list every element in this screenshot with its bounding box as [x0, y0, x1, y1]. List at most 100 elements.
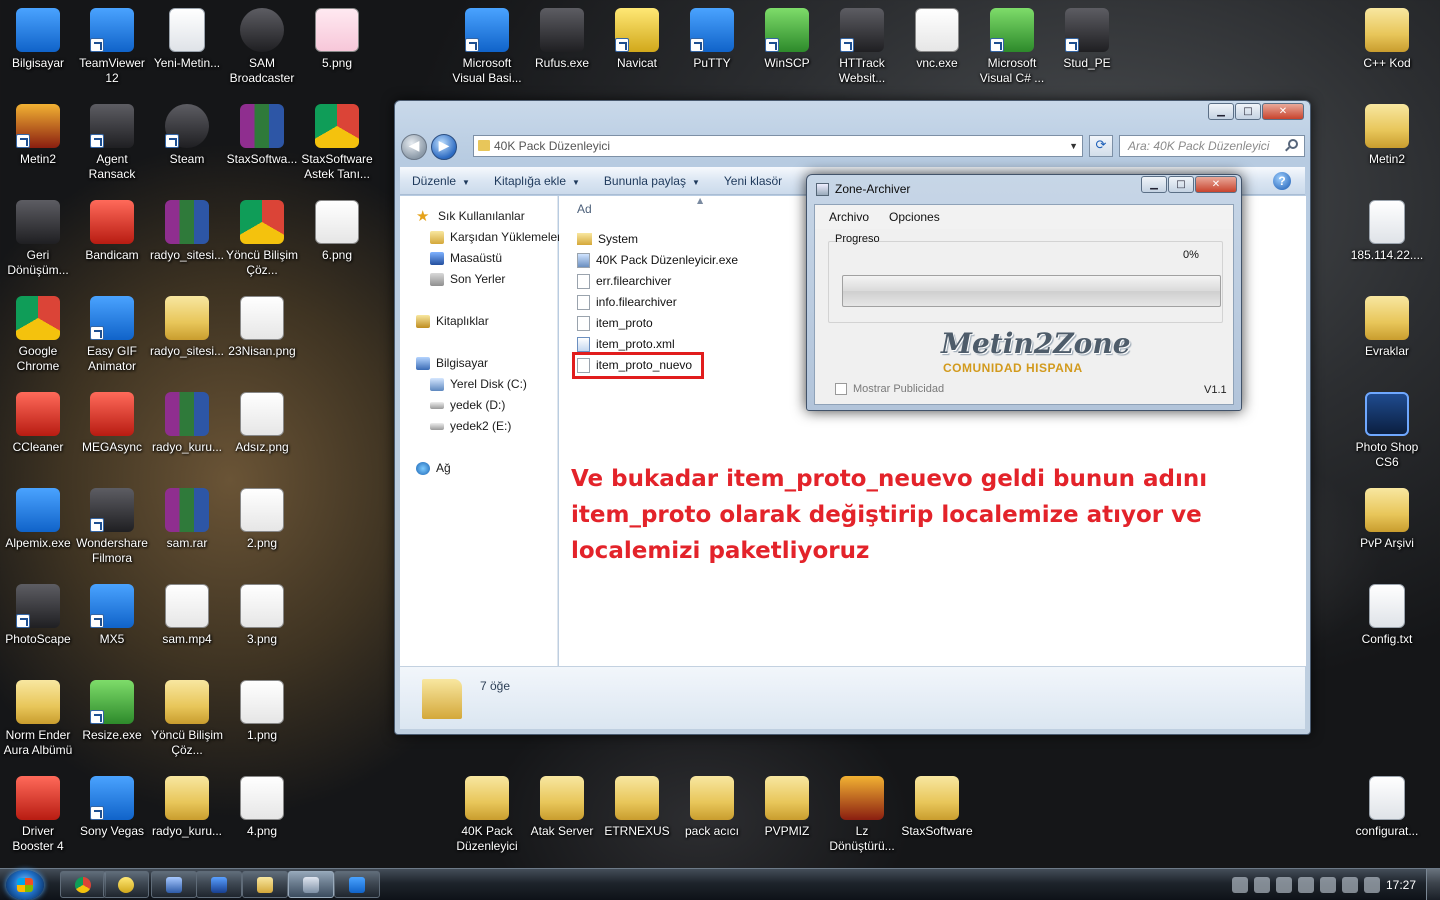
- desktop-icon-metin2-folder[interactable]: Metin2: [1349, 104, 1425, 167]
- display-icon[interactable]: [1320, 877, 1336, 893]
- desktop-icon-vnc[interactable]: vnc.exe: [899, 8, 975, 71]
- desktop-icon-ip-file[interactable]: 185.114.22....: [1349, 200, 1425, 263]
- desktop-icon-putty[interactable]: PuTTY: [674, 8, 750, 71]
- nav-drive-d[interactable]: yedek (D:): [430, 395, 505, 415]
- desktop-icon-6png[interactable]: 6.png: [299, 200, 375, 263]
- desktop-icon-photoscape[interactable]: PhotoScape: [0, 584, 76, 647]
- start-button[interactable]: [6, 870, 44, 900]
- desktop-icon-megasync[interactable]: MEGAsync: [74, 392, 150, 455]
- close-button[interactable]: ✕: [1262, 103, 1304, 120]
- file-item[interactable]: err.filearchiver: [577, 271, 671, 291]
- desktop-icon-norm-ender[interactable]: Norm Ender Aura Albümü: [0, 680, 76, 758]
- desktop-icon-steam[interactable]: Steam: [149, 104, 225, 167]
- desktop-icon-visual-basic[interactable]: Microsoft Visual Basi...: [449, 8, 525, 86]
- taskbar-chrome[interactable]: [60, 871, 106, 898]
- forward-button[interactable]: ▶: [431, 134, 457, 160]
- maximize-button[interactable]: □: [1168, 176, 1194, 193]
- desktop-icon-atak-server[interactable]: Atak Server: [524, 776, 600, 839]
- desktop-icon-adsiz[interactable]: Adsız.png: [224, 392, 300, 455]
- desktop-icon-1png[interactable]: 1.png: [224, 680, 300, 743]
- desktop-icon-httrack[interactable]: HTTrack Websit...: [824, 8, 900, 86]
- taskbar-navicat[interactable]: [103, 871, 149, 898]
- desktop-icon-radyo-kuru-rar[interactable]: radyo_kuru...: [149, 392, 225, 455]
- back-button[interactable]: ◀: [401, 134, 427, 160]
- desktop-icon-evraklar[interactable]: Evraklar: [1349, 296, 1425, 359]
- desktop-icon-sam-rar[interactable]: sam.rar: [149, 488, 225, 551]
- desktop-icon-agent-ransack[interactable]: Agent Ransack: [74, 104, 150, 182]
- nav-favorites[interactable]: ★ Sık Kullanılanlar: [416, 206, 525, 226]
- desktop-icon-pvpmiz[interactable]: PVPMIZ: [749, 776, 825, 839]
- nav-computer[interactable]: Bilgisayar: [416, 353, 488, 373]
- taskbar-explorer[interactable]: [242, 871, 288, 898]
- new-folder-button[interactable]: Yeni klasör: [712, 167, 794, 195]
- desktop-icon-yoncu-folder[interactable]: Yöncü Bilişim Çöz...: [149, 680, 225, 758]
- taskbar-putty[interactable]: [151, 871, 197, 898]
- desktop-icon-stud-pe[interactable]: Stud_PE: [1049, 8, 1125, 71]
- network-tray-icon[interactable]: [1298, 877, 1314, 893]
- nav-network[interactable]: Ağ: [416, 458, 451, 478]
- flag-icon[interactable]: [1364, 877, 1380, 893]
- desktop-icon-filmora[interactable]: Wondershare Filmora: [74, 488, 150, 566]
- desktop-icon-easy-gif[interactable]: Easy GIF Animator: [74, 296, 150, 374]
- desktop-icon-metin2[interactable]: Metin2: [0, 104, 76, 167]
- desktop-icon-config-txt[interactable]: Config.txt: [1349, 584, 1425, 647]
- desktop-icon-4png[interactable]: 4.png: [224, 776, 300, 839]
- desktop-icon-driver-booster[interactable]: Driver Booster 4: [0, 776, 76, 854]
- organize-menu[interactable]: Düzenle ▼: [400, 167, 482, 195]
- taskbar-zone-archiver[interactable]: [288, 871, 334, 898]
- desktop-icon-staxsoftware-folder[interactable]: StaxSoftware: [899, 776, 975, 839]
- desktop-icon-23nisan[interactable]: 23Nisan.png: [224, 296, 300, 359]
- nav-local-disk-c[interactable]: Yerel Disk (C:): [430, 374, 527, 394]
- maximize-button[interactable]: □: [1235, 103, 1261, 120]
- show-desktop-button[interactable]: [1426, 869, 1440, 900]
- file-item[interactable]: info.filearchiver: [577, 292, 677, 312]
- file-item[interactable]: System: [577, 229, 638, 249]
- desktop-icon-etrnexus[interactable]: ETRNEXUS: [599, 776, 675, 839]
- desktop-icon-photoshop[interactable]: Photo Shop CS6: [1349, 392, 1425, 470]
- file-item[interactable]: 40K Pack Düzenleyicir.exe: [577, 250, 738, 270]
- desktop-icon-5png[interactable]: 5.png: [299, 8, 375, 71]
- show-ads-checkbox[interactable]: Mostrar Publicidad: [835, 383, 944, 395]
- desktop-icon-chrome[interactable]: Google Chrome: [0, 296, 76, 374]
- volume-icon[interactable]: [1254, 877, 1270, 893]
- desktop-icon-navicat[interactable]: Navicat: [599, 8, 675, 71]
- desktop-icon-sony-vegas[interactable]: Sony Vegas: [74, 776, 150, 839]
- desktop-icon-3png[interactable]: 3.png: [224, 584, 300, 647]
- desktop-icon-rufus[interactable]: Rufus.exe: [524, 8, 600, 71]
- nav-recent-places[interactable]: Son Yerler: [430, 269, 505, 289]
- speaker-icon[interactable]: [1276, 877, 1292, 893]
- address-bar[interactable]: 40K Pack Düzenleyici ▼: [473, 135, 1083, 157]
- desktop-icon-bilgisayar[interactable]: Bilgisayar: [0, 8, 76, 71]
- refresh-button[interactable]: ⟳: [1089, 135, 1113, 157]
- desktop-icon-pack-acici[interactable]: pack acıcı: [674, 776, 750, 839]
- nav-downloads[interactable]: Karşıdan Yüklemeler: [430, 227, 561, 247]
- column-header-name[interactable]: Ad: [577, 202, 592, 216]
- file-item[interactable]: item_proto: [577, 313, 653, 333]
- desktop-icon-40k-pack[interactable]: 40K Pack Düzenleyici: [449, 776, 525, 854]
- desktop-icon-winscp[interactable]: WinSCP: [749, 8, 825, 71]
- desktop-icon-bandicam[interactable]: Bandicam: [74, 200, 150, 263]
- desktop-icon-2png[interactable]: 2.png: [224, 488, 300, 551]
- close-button[interactable]: ✕: [1195, 176, 1237, 193]
- nav-desktop[interactable]: Masaüstü: [430, 248, 502, 268]
- tray-app-icon[interactable]: [1232, 877, 1248, 893]
- nav-libraries[interactable]: Kitaplıklar: [416, 311, 489, 331]
- desktop-icon-recycle-bin[interactable]: Geri Dönüşüm...: [0, 200, 76, 278]
- desktop-icon-cpp-kod[interactable]: C++ Kod: [1349, 8, 1425, 71]
- desktop-icon-mx5[interactable]: MX5: [74, 584, 150, 647]
- desktop-icon-teamviewer[interactable]: TeamViewer 12: [74, 8, 150, 86]
- taskbar-visual-basic[interactable]: [196, 871, 242, 898]
- teamviewer-tray-icon[interactable]: [1342, 877, 1358, 893]
- desktop-icon-configurat[interactable]: configurat...: [1349, 776, 1425, 839]
- menu-opciones[interactable]: Opciones: [875, 205, 940, 229]
- desktop-icon-pvp-arsivi[interactable]: PvP Arşivi: [1349, 488, 1425, 551]
- desktop-icon-yeni-metin[interactable]: Yeni-Metin...: [149, 8, 225, 71]
- taskbar-mx5[interactable]: [334, 871, 380, 898]
- menu-archivo[interactable]: Archivo: [815, 205, 869, 229]
- share-with-menu[interactable]: Bununla paylaş ▼: [592, 167, 712, 195]
- desktop-icon-staxsoftwa-rar[interactable]: StaxSoftwa...: [224, 104, 300, 167]
- zone-archiver-window[interactable]: Zone-Archiver ▁ □ ✕ Archivo Opciones Pro…: [806, 174, 1242, 411]
- search-input[interactable]: Ara: 40K Pack Düzenleyici: [1119, 135, 1305, 157]
- chevron-down-icon[interactable]: ▼: [1069, 136, 1078, 156]
- desktop-icon-sam-mp4[interactable]: sam.mp4: [149, 584, 225, 647]
